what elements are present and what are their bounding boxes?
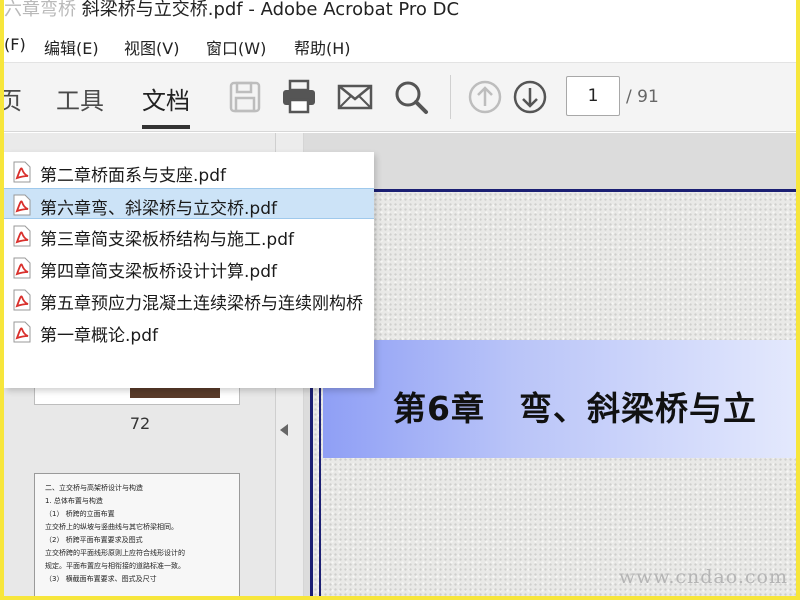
- recent-file-name: 第二章桥面系与支座.pdf: [40, 166, 226, 186]
- recent-file-name: 第一章概论.pdf: [40, 326, 158, 346]
- menu-bar: (F) 编辑(E) 视图(V) 窗口(W) 帮助(H): [4, 30, 796, 60]
- recent-file-item[interactable]: 第五章预应力混凝土连续梁桥与连续刚构桥: [4, 284, 374, 315]
- pdf-file-icon: [13, 289, 31, 311]
- thumbnail-text-line: 二、立交桥与高架桥设计与构造: [45, 484, 143, 492]
- title-overflow-text: 六章弯桥: [4, 0, 76, 20]
- recent-file-item[interactable]: 第一章概论.pdf: [4, 316, 374, 347]
- pdf-file-icon: [13, 321, 31, 343]
- window-title: 斜梁桥与立交桥.pdf - Adobe Acrobat Pro DC: [76, 0, 460, 20]
- pdf-file-icon: [13, 257, 31, 279]
- recent-file-name: 第六章弯、斜梁桥与立交桥.pdf: [40, 199, 277, 219]
- tab-document[interactable]: 文档: [142, 81, 190, 129]
- toolbar: 页 工具 文档 1 / 91: [4, 62, 796, 132]
- recent-file-item[interactable]: 第二章桥面系与支座.pdf: [4, 156, 374, 187]
- thumbnail-text-line: 规定。平面布置应与相衔接的道路标准一致。: [45, 562, 185, 570]
- acrobat-window: 六章弯桥 斜梁桥与立交桥.pdf - Adobe Acrobat Pro DC …: [4, 0, 796, 596]
- chapter-title: 第6章 弯、斜梁桥与立: [393, 389, 757, 428]
- tab-tools[interactable]: 工具: [56, 81, 104, 116]
- chapter-banner: 第6章 弯、斜梁桥与立: [323, 340, 796, 458]
- page-total: / 91: [626, 87, 659, 107]
- recent-files-dropdown: 第二章桥面系与支座.pdf 第六章弯、斜梁桥与立交桥.pdf 第三章简支梁板桥结…: [4, 152, 374, 388]
- menu-file[interactable]: (F): [4, 35, 26, 54]
- recent-file-name: 第五章预应力混凝土连续梁桥与连续刚构桥: [40, 294, 363, 314]
- save-icon[interactable]: [226, 78, 264, 116]
- toolbar-divider: [450, 75, 451, 119]
- menu-window[interactable]: 窗口(W): [206, 35, 266, 59]
- page-up-icon[interactable]: [466, 78, 504, 116]
- menu-help[interactable]: 帮助(H): [294, 35, 351, 59]
- pdf-file-icon: [13, 161, 31, 183]
- search-icon[interactable]: [392, 78, 430, 116]
- title-bar: 六章弯桥 斜梁桥与立交桥.pdf - Adobe Acrobat Pro DC: [4, 0, 796, 22]
- pdf-file-icon: [13, 225, 31, 247]
- thumbnail-text-line: 立交桥上的纵坡与竖曲线与其它桥梁相同。: [45, 523, 178, 531]
- thumbnail-text-line: （3） 横截面布置要求、图式及尺寸: [45, 575, 157, 583]
- page-down-icon[interactable]: [511, 78, 549, 116]
- watermark: www.cndao.com: [618, 566, 788, 588]
- thumbnail-text-line: 立交桥跨的平面线形原则上应符合线形设计的: [45, 549, 185, 557]
- recent-file-item[interactable]: 第三章简支梁板桥结构与施工.pdf: [4, 220, 374, 251]
- page-thumbnail[interactable]: 二、立交桥与高架桥设计与构造 1. 总体布置与构造 （1） 桥跨的立面布置 立交…: [34, 473, 240, 596]
- tab-home[interactable]: 页: [4, 81, 22, 116]
- menu-edit[interactable]: 编辑(E): [44, 35, 99, 59]
- menu-view[interactable]: 视图(V): [124, 35, 179, 59]
- page-number-input[interactable]: 1: [566, 76, 620, 116]
- thumbnail-text-line: （2） 桥跨平面布置要求及图式: [45, 536, 143, 544]
- thumbnail-text-line: 1. 总体布置与构造: [45, 497, 103, 505]
- pdf-page: 第6章 弯、斜梁桥与立: [310, 189, 796, 596]
- recent-file-item[interactable]: 第四章简支梁板桥设计计算.pdf: [4, 252, 374, 283]
- document-view[interactable]: 第6章 弯、斜梁桥与立 www.cndao.com: [304, 133, 796, 596]
- print-icon[interactable]: [280, 78, 318, 116]
- collapse-left-icon[interactable]: [280, 424, 288, 436]
- recent-file-item-selected[interactable]: 第六章弯、斜梁桥与立交桥.pdf: [4, 188, 374, 219]
- pdf-file-icon: [13, 194, 31, 216]
- thumbnail-page-label: 72: [129, 414, 151, 433]
- recent-file-name: 第三章简支梁板桥结构与施工.pdf: [40, 230, 294, 250]
- thumbnail-text-line: （1） 桥跨的立面布置: [45, 510, 115, 518]
- recent-file-name: 第四章简支梁板桥设计计算.pdf: [40, 262, 277, 282]
- email-icon[interactable]: [336, 78, 374, 116]
